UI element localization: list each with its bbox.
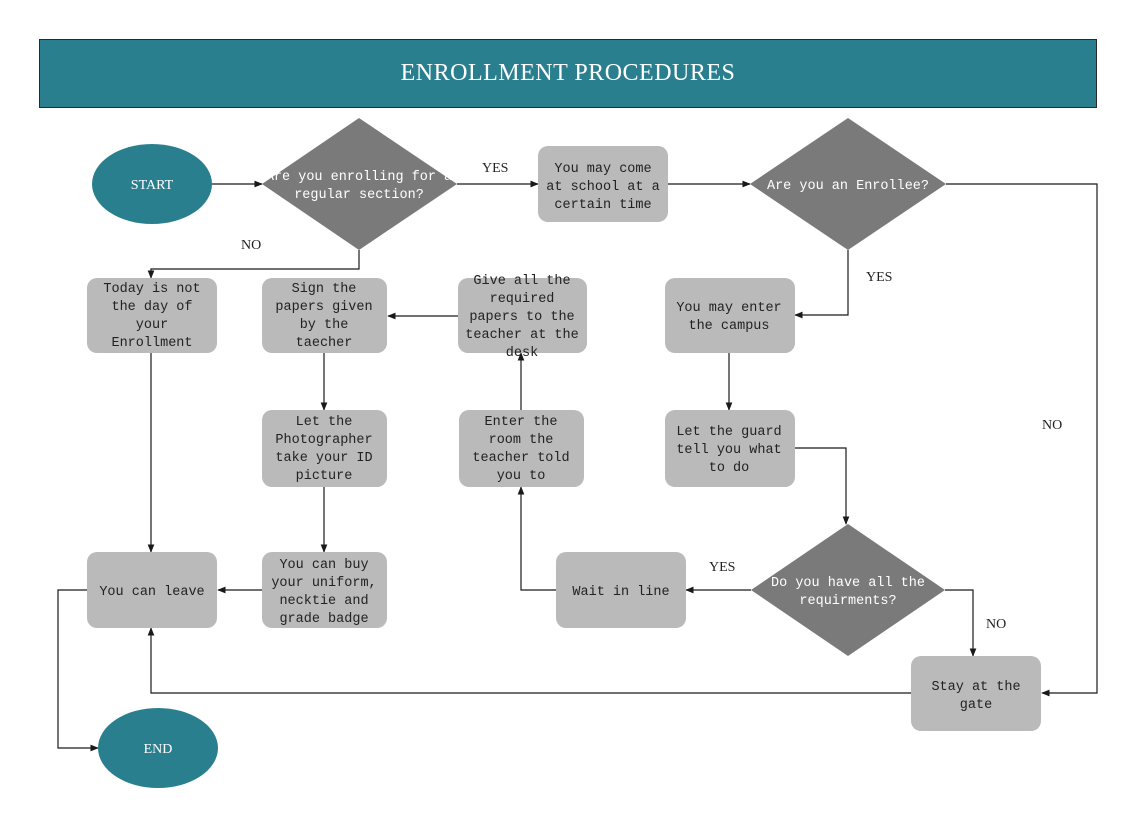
node-buy-uniform-line: your uniform, [271,576,376,591]
node-end-label: END [144,742,173,757]
node-give-papers-line: teacher at the [465,328,578,343]
node-q-regular: Are you enrolling for a regular section? [262,118,457,250]
edge-label-enrollee-yes: YES [866,270,892,285]
node-enter-room-line: you to [497,469,546,484]
node-not-day-line: the day of [111,300,192,315]
node-end: END [98,708,218,788]
node-stay-gate-line: gate [960,698,992,713]
node-enter-campus-line: the campus [688,319,769,334]
node-enter-campus-line: You may enter [676,301,781,316]
node-stay-gate-line: Stay at the [931,680,1020,695]
node-buy-uniform-line: necktie and [279,594,368,609]
edge-label-enrollee-no: NO [1042,418,1062,433]
node-photographer-line: take your ID [275,451,372,466]
node-q-regular-line: Are you enrolling for a [266,170,452,185]
node-sign-papers: Sign the papers given by the taecher [262,278,387,353]
node-start: START [92,144,212,224]
node-wait-line-line: Wait in line [572,585,669,600]
node-sign-papers-line: taecher [296,336,353,351]
node-buy-uniform: You can buy your uniform, necktie and gr… [262,552,387,628]
node-give-papers-line: Give all the [473,274,570,289]
node-q-enrollee-line: Are you an Enrollee? [767,179,929,194]
node-photographer: Let the Photographer take your ID pictur… [262,410,387,487]
node-enter-room: Enter the room the teacher told you to [459,410,584,487]
node-guard-line: Let the guard [676,425,781,440]
edge-label-requirements-yes: YES [709,560,735,575]
node-q-enrollee: Are you an Enrollee? [750,118,946,250]
edge-wait-line-to-enter-room [517,486,556,591]
edge-q-requirements-no [945,589,977,657]
edge-label-regular-no: NO [241,238,261,253]
node-q-requirements-line: Do you have all the [771,576,925,591]
node-come-time-line: You may come [554,162,651,177]
node-q-requirements: Do you have all the requirments? [751,524,945,656]
node-q-regular-line: regular section? [294,188,424,203]
node-guard-line: tell you what [676,443,781,458]
node-give-papers: Give all the required papers to the teac… [458,274,587,361]
edge-guard-to-q-requirements [795,447,850,525]
node-not-day-line: Enrollment [111,336,192,351]
node-sign-papers-line: by the [300,318,349,333]
node-stay-gate: Stay at the gate [911,656,1041,731]
node-enter-room-line: Enter the [485,415,558,430]
node-leave-line: You can leave [99,585,204,600]
edge-stay-gate-to-leave [147,627,911,694]
node-not-day-line: your [136,318,168,333]
node-buy-uniform-line: You can buy [279,558,368,573]
node-photographer-line: picture [296,469,353,484]
node-wait-line: Wait in line [556,552,686,628]
node-photographer-line: Photographer [275,433,372,448]
node-come-time: You may come at school at a certain time [538,146,668,222]
node-enter-campus: You may enter the campus [665,278,795,353]
edge-label-regular-yes: YES [482,161,508,176]
node-come-time-line: at school at a [546,180,659,195]
node-not-day-line: Today is not [103,282,200,297]
node-photographer-line: Let the [296,415,353,430]
node-sign-papers-line: papers given [275,300,372,315]
node-q-requirements-line: requirments? [799,594,896,609]
node-start-label: START [131,178,174,193]
node-leave: You can leave [87,552,217,628]
edge-q-regular-no [147,250,360,279]
node-buy-uniform-line: grade badge [279,612,368,627]
node-guard: Let the guard tell you what to do [665,410,795,487]
node-not-day: Today is not the day of your Enrollment [87,278,217,353]
node-enter-room-line: teacher told [472,451,569,466]
node-sign-papers-line: Sign the [292,282,357,297]
node-give-papers-line: required [490,292,555,307]
edge-q-enrollee-no [946,183,1098,697]
edge-label-requirements-no: NO [986,617,1006,632]
flowchart: START END Are you enrolling for a regula… [57,118,1098,788]
node-guard-line: to do [709,461,750,476]
edge-q-enrollee-yes [794,250,849,319]
node-give-papers-line: desk [506,346,538,361]
node-give-papers-line: papers to the [469,310,574,325]
node-enter-room-line: room the [489,433,554,448]
node-come-time-line: certain time [554,198,651,213]
